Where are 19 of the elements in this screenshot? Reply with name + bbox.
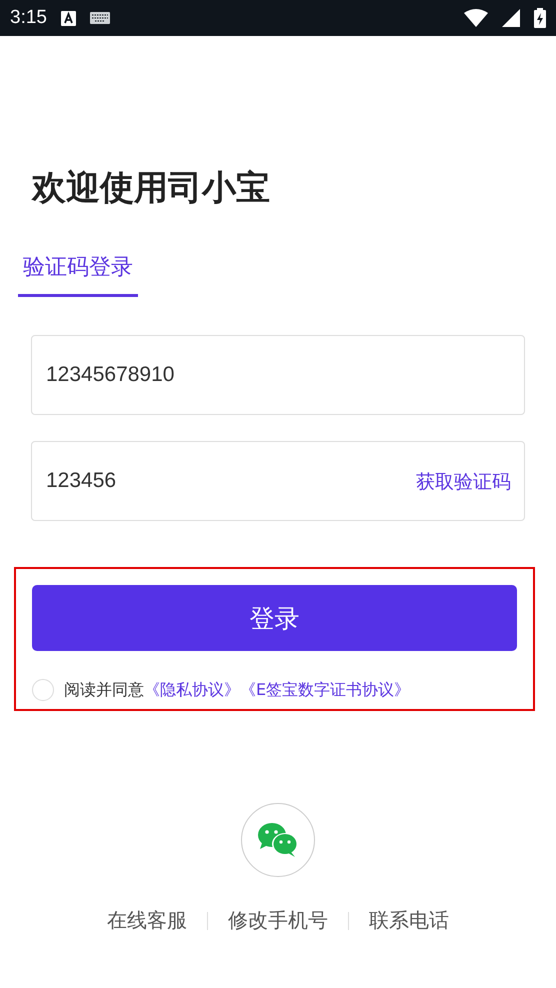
welcome-title: 欢迎使用司小宝 bbox=[32, 167, 271, 210]
agreement-text: 阅读并同意 bbox=[64, 680, 144, 700]
phone-input-field[interactable]: 12345678910 bbox=[31, 335, 525, 415]
get-code-link[interactable]: 获取验证码 bbox=[416, 469, 511, 495]
agreement-link[interactable]: 《隐私协议》 bbox=[144, 680, 240, 700]
agree-checkbox[interactable] bbox=[32, 679, 54, 701]
battery-charging-icon bbox=[534, 8, 546, 28]
signal-icon bbox=[502, 9, 520, 27]
keyboard-icon bbox=[90, 12, 110, 24]
footer-link[interactable]: 修改手机号 bbox=[208, 907, 348, 934]
keyboard-language-icon bbox=[60, 10, 76, 26]
login-button[interactable]: 登录 bbox=[32, 585, 517, 651]
wifi-icon bbox=[464, 9, 488, 27]
footer-link[interactable]: 在线客服 bbox=[87, 907, 207, 934]
agreement-link[interactable]: 《E签宝数字证书协议》 bbox=[240, 680, 410, 700]
login-tab[interactable]: 验证码登录 bbox=[18, 246, 138, 297]
footer-link[interactable]: 联系电话 bbox=[349, 907, 469, 934]
chat-bubbles-icon bbox=[257, 822, 299, 858]
clock: 3:15 bbox=[10, 7, 47, 29]
